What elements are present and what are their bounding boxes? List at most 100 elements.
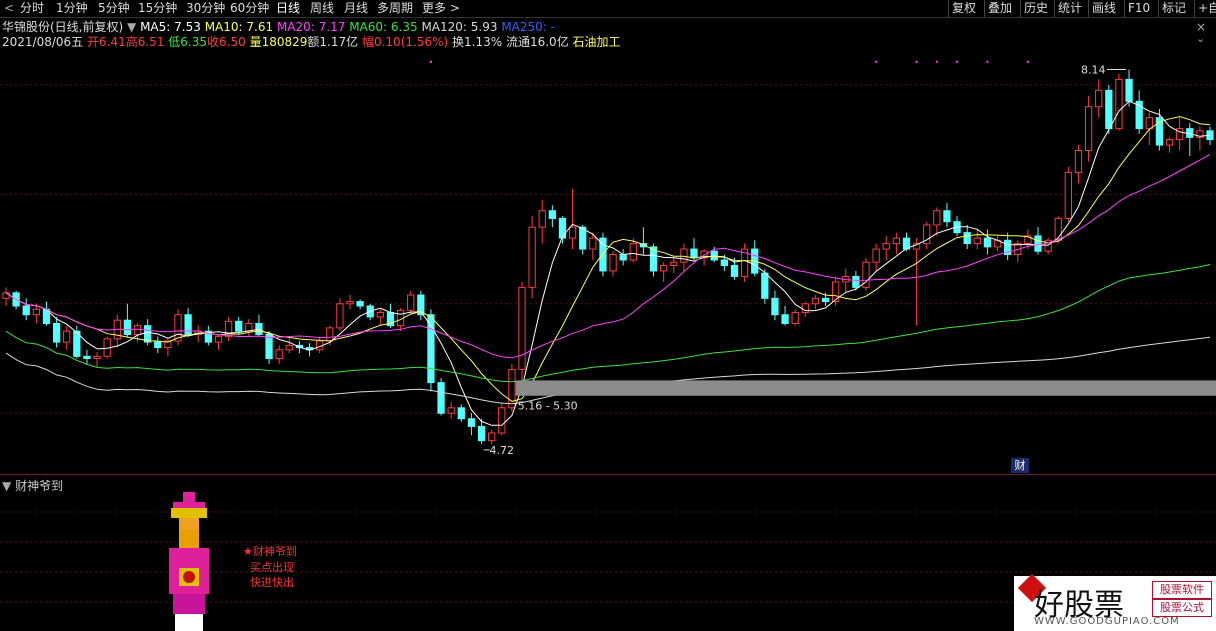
candle-body xyxy=(609,254,617,272)
high-label: 8.14 xyxy=(1081,64,1106,77)
period-tab[interactable]: 30分钟 xyxy=(186,0,225,17)
candle-body xyxy=(882,243,890,250)
candle-body xyxy=(872,248,880,263)
candle-body xyxy=(589,237,597,250)
candle-body xyxy=(528,226,536,288)
right-button[interactable]: F10 xyxy=(1124,0,1153,17)
candle-body xyxy=(93,355,101,360)
period-tab-active[interactable]: 日线 xyxy=(276,0,300,17)
candle-body xyxy=(235,320,243,332)
signal-dot xyxy=(956,60,959,63)
candle-body xyxy=(730,264,739,277)
chevron-right-icon: > xyxy=(449,1,460,15)
candle-body xyxy=(821,297,830,303)
more-label: 更多 xyxy=(422,1,447,15)
candle-body xyxy=(558,217,567,239)
candle-body xyxy=(791,312,799,324)
signal-dot xyxy=(915,60,918,63)
period-toolbar: < 分时 1分钟 5分钟 15分钟 30分钟 60分钟 日线 周线 月线 多周期… xyxy=(0,0,1216,18)
right-button[interactable]: 标记 xyxy=(1158,0,1189,17)
period-tab[interactable]: 月线 xyxy=(344,0,368,17)
self-select-button[interactable]: +自 xyxy=(1194,0,1216,17)
candle-body xyxy=(508,368,516,409)
candle-body xyxy=(32,308,40,316)
candle-body xyxy=(1074,150,1083,173)
period-tab[interactable]: 1分钟 xyxy=(56,0,88,17)
candle-body xyxy=(285,344,293,351)
candle-body xyxy=(973,237,981,245)
candle-body xyxy=(457,407,465,420)
candle-body xyxy=(670,261,678,266)
signal-dot xyxy=(1026,60,1029,63)
right-button[interactable]: 画线 xyxy=(1088,0,1119,17)
candle-body xyxy=(548,210,556,219)
candle-body xyxy=(1145,117,1153,130)
ma5-line xyxy=(5,100,1211,426)
candle-body xyxy=(811,297,820,305)
candle-body xyxy=(619,254,627,261)
period-tab[interactable]: 15分钟 xyxy=(138,0,177,17)
candle-body xyxy=(1115,78,1123,130)
right-button[interactable]: 叠加 xyxy=(984,0,1015,17)
candle-body xyxy=(892,237,900,245)
candle-body xyxy=(477,425,486,442)
low-label: 4.72 xyxy=(490,444,515,457)
cai-badge[interactable]: 财 xyxy=(1011,458,1029,473)
period-tab[interactable]: 周线 xyxy=(310,0,334,17)
candle-body xyxy=(538,210,546,228)
candle-body xyxy=(690,248,698,259)
candle-body xyxy=(346,301,354,305)
candlestick-chart[interactable]: 8.14 4.72 5.16 - 5.30 xyxy=(0,18,1216,473)
period-tab-more[interactable]: 更多 > xyxy=(422,0,460,17)
signal-msg-2: 买点出现 xyxy=(250,561,294,574)
period-tab[interactable]: 多周期 xyxy=(377,0,413,17)
candle-body xyxy=(771,297,779,316)
candle-body xyxy=(680,248,688,263)
candle-body xyxy=(781,314,789,324)
candle-body xyxy=(133,325,142,335)
candle-body xyxy=(83,355,91,360)
ma10-line xyxy=(5,116,1211,402)
candle-body xyxy=(52,322,61,343)
candle-body xyxy=(1165,139,1174,146)
candle-body xyxy=(356,301,364,307)
candle-body xyxy=(467,418,476,427)
right-button[interactable]: 历史 xyxy=(1020,0,1051,17)
candle-body xyxy=(1125,78,1133,102)
candle-body xyxy=(245,322,253,332)
signal-dot xyxy=(935,60,938,63)
candle-body xyxy=(376,312,384,318)
period-tab[interactable]: 分时 xyxy=(20,0,44,17)
chevron-left-icon[interactable]: < xyxy=(4,0,14,17)
ma-lines xyxy=(5,100,1211,426)
signal-dot xyxy=(429,60,432,63)
candle-body xyxy=(801,303,809,314)
candle-body xyxy=(447,407,455,414)
candle-body xyxy=(437,382,445,414)
candle-body xyxy=(943,210,951,223)
candle-body xyxy=(518,286,526,370)
signal-msg-3: 快进快出 xyxy=(250,576,294,589)
candle-body xyxy=(336,303,344,329)
period-tab[interactable]: 60分钟 xyxy=(230,0,269,17)
right-button[interactable]: 统计 xyxy=(1054,0,1085,17)
candle-body xyxy=(963,232,971,245)
price-band xyxy=(515,380,1216,396)
period-tab[interactable]: 5分钟 xyxy=(98,0,130,17)
candle-body xyxy=(1095,89,1103,108)
right-button[interactable]: 复权 xyxy=(948,0,979,17)
candle-body xyxy=(22,305,30,316)
candle-body xyxy=(498,407,506,434)
candle-body xyxy=(629,243,637,261)
candle-body xyxy=(568,226,577,239)
signal-dot xyxy=(875,60,878,63)
candle-body xyxy=(1064,171,1072,219)
band-range-label: 5.16 - 5.30 xyxy=(518,400,578,413)
candle-body xyxy=(63,330,71,343)
candle-body xyxy=(852,275,860,288)
candle-body xyxy=(214,336,223,343)
candle-body xyxy=(660,264,668,272)
candle-body xyxy=(488,432,496,442)
watermark-tag1: 股票软件 xyxy=(1152,581,1212,599)
candle-body xyxy=(720,259,728,266)
